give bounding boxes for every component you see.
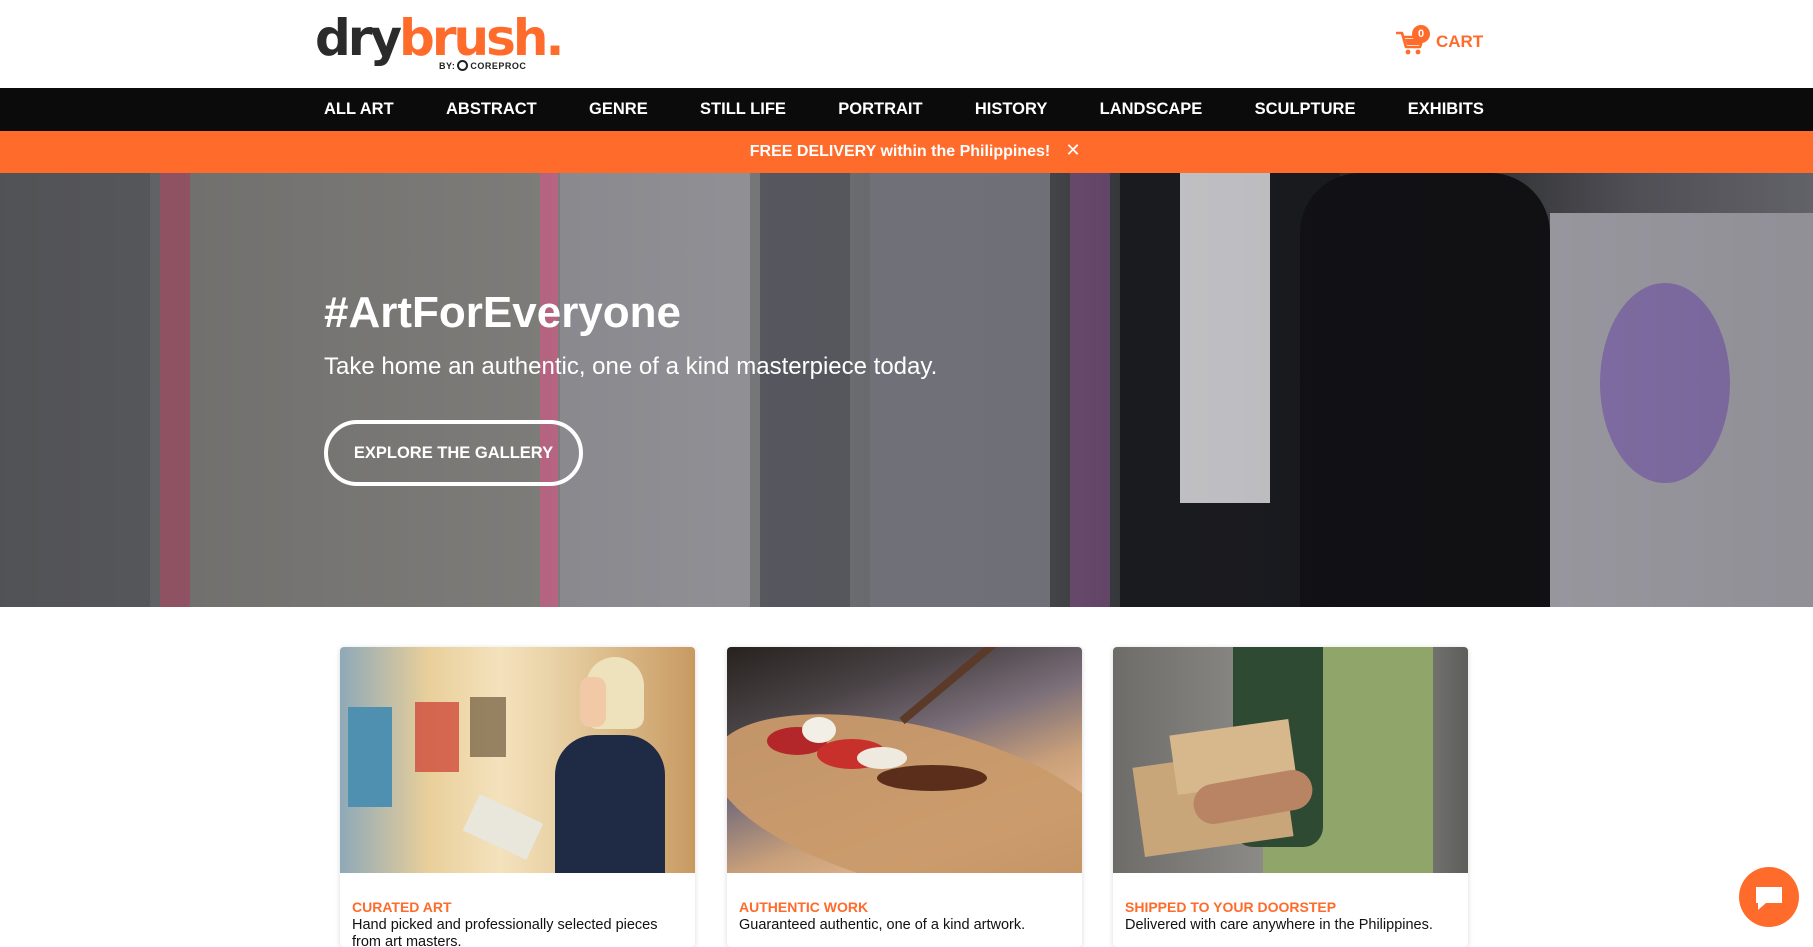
nav-item-landscape[interactable]: LANDSCAPE [1100,100,1203,119]
hero-subtitle: Take home an authentic, one of a kind ma… [324,353,938,380]
feature-card-shipping[interactable]: SHIPPED TO YOUR DOORSTEP Delivered with … [1113,647,1468,947]
visitor-body [555,735,665,873]
close-icon[interactable]: ✕ [1063,138,1083,162]
main-nav: ALL ART ABSTRACT GENRE STILL LIFE PORTRA… [0,88,1813,131]
authentic-work-image [727,647,1082,873]
logo-brush: brush. [399,9,564,67]
gallery-wall-painting [415,702,459,772]
visitor-face [580,677,606,727]
hero-banner: #ArtForEveryone Take home an authentic, … [0,173,1813,607]
promo-banner: FREE DELIVERY within the Philippines! ✕ [0,131,1813,173]
feature-card-curated[interactable]: CURATED ART Hand picked and professional… [340,647,695,947]
hero-overlay [0,173,1813,607]
logo-wordmark: drybrush. [315,8,564,68]
nav-item-abstract[interactable]: ABSTRACT [446,100,537,119]
logo-company: COREPROC [470,61,527,71]
logo-byline: BY: COREPROC [439,60,526,71]
logo-by-label: BY: [439,61,456,71]
shipping-image [1113,647,1468,873]
feature-description: Delivered with care anywhere in the Phil… [1125,917,1433,933]
feature-title: CURATED ART [352,899,452,915]
gallery-wall-painting [348,707,392,807]
curated-art-image [340,647,695,873]
coreproc-icon [457,60,469,71]
paint-blob-brown [877,765,987,791]
feature-title: SHIPPED TO YOUR DOORSTEP [1125,899,1337,915]
feature-description: Hand picked and professionally selected … [352,917,658,947]
nav-item-all-art[interactable]: ALL ART [324,100,394,119]
nav-item-genre[interactable]: GENRE [589,100,648,119]
chat-icon [1756,887,1782,910]
nav-item-portrait[interactable]: PORTRAIT [838,100,922,119]
paint-blob-white [802,717,836,743]
feature-description: Guaranteed authentic, one of a kind artw… [739,917,1026,933]
promo-text: FREE DELIVERY within the Philippines! [749,143,1051,160]
paintbrush [899,647,1043,725]
cart-count-badge: 0 [1412,25,1430,43]
nav-list: ALL ART ABSTRACT GENRE STILL LIFE PORTRA… [324,88,1484,131]
cart-label: CART [1436,32,1484,51]
nav-item-sculpture[interactable]: SCULPTURE [1255,100,1356,119]
visitor-tablet [462,794,544,860]
cart-icon: 0 [1395,25,1430,57]
site-header: drybrush. BY: COREPROC 0 CART [0,0,1813,88]
nav-item-history[interactable]: HISTORY [975,100,1047,119]
feature-title: AUTHENTIC WORK [739,899,869,915]
gallery-wall-painting [470,697,506,757]
chat-button[interactable] [1739,867,1799,927]
cart-button[interactable]: 0 CART [1395,25,1484,58]
nav-item-exhibits[interactable]: EXHIBITS [1408,100,1484,119]
drybrush-logo[interactable]: drybrush. BY: COREPROC [315,8,564,78]
paint-blob-white [857,747,907,769]
logo-dry: dry [315,9,402,67]
nav-item-still-life[interactable]: STILL LIFE [700,100,786,119]
explore-gallery-button[interactable]: EXPLORE THE GALLERY [324,420,583,486]
hero-title: #ArtForEveryone [324,288,682,337]
feature-card-authentic[interactable]: AUTHENTIC WORK Guaranteed authentic, one… [727,647,1082,947]
